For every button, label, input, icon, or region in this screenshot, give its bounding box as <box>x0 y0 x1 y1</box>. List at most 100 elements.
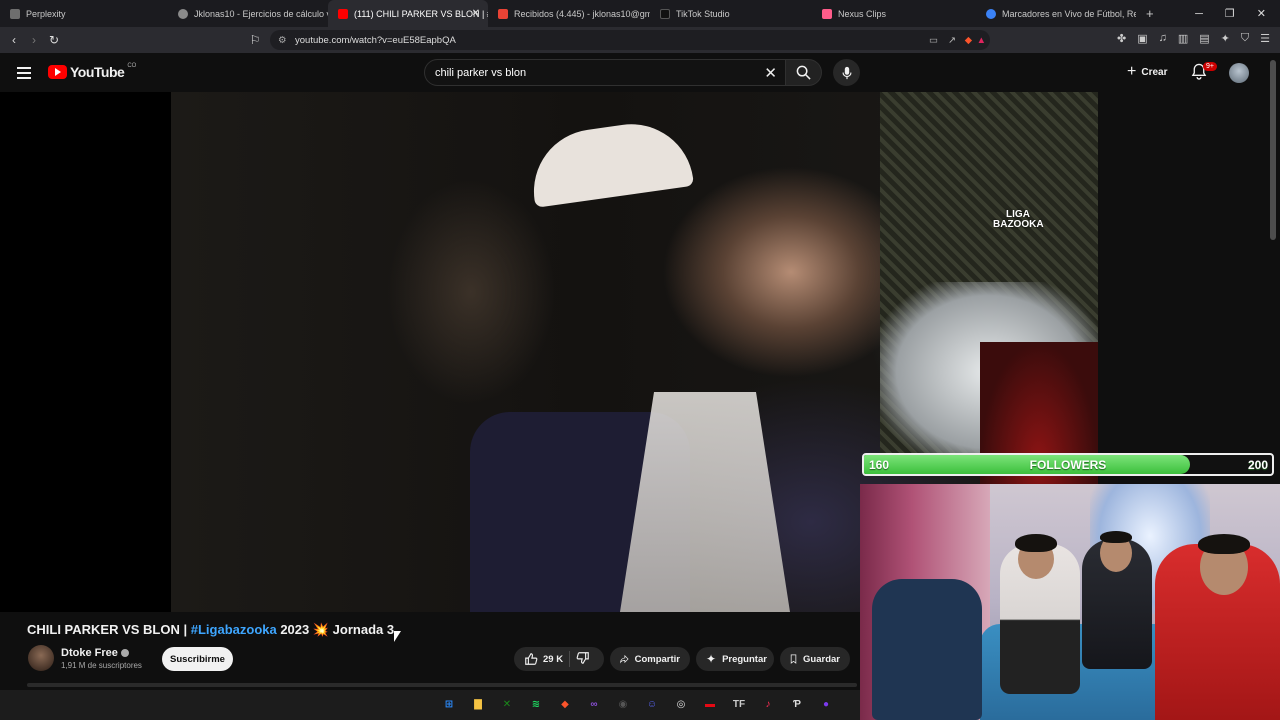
clear-search-icon[interactable]: ✕ <box>764 64 777 82</box>
tab-youtube-active[interactable]: (111) CHILI PARKER VS BLON | # ✕ <box>328 0 488 27</box>
site-info-icon[interactable]: ⚙ <box>278 35 287 46</box>
taskbar-tf-icon[interactable]: TF <box>730 695 748 713</box>
search-input[interactable]: chili parker vs blon ✕ <box>424 59 786 86</box>
hamburger-menu-icon[interactable] <box>17 67 31 82</box>
thumbs-up-icon <box>525 653 538 665</box>
notification-count-badge: 9+ <box>1203 62 1217 71</box>
youtube-header: YouTube CO chili parker vs blon ✕ + Crea… <box>0 53 1280 92</box>
search-icon <box>796 65 811 80</box>
webcam-person-2-hair <box>1100 531 1132 543</box>
back-icon[interactable]: ‹ <box>4 33 24 47</box>
followers-label: FOLLOWERS <box>1029 458 1107 472</box>
plus-icon: + <box>1127 63 1137 80</box>
taskbar-windows-icon[interactable]: ⊞ <box>440 695 458 713</box>
taskbar-obs-icon[interactable]: ◎ <box>672 695 690 713</box>
globe-icon <box>178 8 188 19</box>
screen-icon[interactable]: ▭ <box>929 35 938 46</box>
browser-tab-bar: Perplexity Jklonas10 - Ejercicios de cál… <box>0 0 1280 27</box>
voice-search-button[interactable] <box>833 59 860 86</box>
restore-icon[interactable]: ❐ <box>1225 7 1235 20</box>
taskbar-pb-icon[interactable]: Ƥ <box>788 695 806 713</box>
explosion-emoji: 💥 <box>312 622 330 637</box>
webcam-person-1-cap <box>1015 534 1057 552</box>
verified-icon <box>120 648 129 657</box>
share-icon <box>620 654 629 664</box>
subscribe-button[interactable]: Suscribirme <box>162 647 233 671</box>
taskbar-chrome-icon[interactable]: ◉ <box>614 695 632 713</box>
create-button[interactable]: + Crear <box>1127 63 1167 81</box>
share-button[interactable]: Compartir <box>610 647 690 671</box>
save-button[interactable]: Guardar <box>780 647 850 671</box>
address-bar-row: ‹ › ↻ ⚐ ⚙ youtube.com/watch?v=euE58EapbQ… <box>0 27 1280 53</box>
nexus-clips-icon <box>822 8 832 19</box>
music-icon[interactable]: ♫ <box>1159 32 1167 45</box>
tab-perplexity[interactable]: Perplexity <box>0 0 168 27</box>
taskbar-brave-icon[interactable]: ◆ <box>556 695 574 713</box>
tab-nexus-clips[interactable]: Nexus Clips <box>812 0 976 27</box>
reload-icon[interactable]: ↻ <box>44 33 64 47</box>
webcam-overlay <box>860 484 1280 720</box>
channel-name[interactable]: Dtoke Free <box>61 647 142 659</box>
vpn-icon[interactable]: ⛉ <box>1241 32 1249 45</box>
video-title: CHILI PARKER VS BLON | #Ligabazooka 2023… <box>27 622 395 637</box>
youtube-icon <box>338 8 348 19</box>
dislike-button[interactable] <box>576 651 590 668</box>
taskbar-app-icon[interactable]: ● <box>817 695 835 713</box>
tab-ejercicios[interactable]: Jklonas10 - Ejercicios de cálculo vect <box>168 0 328 27</box>
taskbar-tiktok-icon[interactable]: ♪ <box>759 695 777 713</box>
like-button[interactable]: 29 K <box>524 652 563 666</box>
perplexity-icon <box>10 8 20 19</box>
page-scrollbar[interactable] <box>1270 60 1276 240</box>
ask-button[interactable]: ✦ Preguntar <box>696 647 774 671</box>
globe-icon <box>986 8 996 19</box>
mouse-cursor <box>394 631 401 642</box>
minimize-icon[interactable]: ─ <box>1195 8 1203 20</box>
like-separator <box>569 651 571 667</box>
url-field[interactable]: ⚙ youtube.com/watch?v=euE58EapbQA ▭ ↗ ◆ … <box>270 30 990 50</box>
taskbar-spotify-icon[interactable]: ≋ <box>527 695 545 713</box>
wallet-icon[interactable]: ▤ <box>1199 32 1209 45</box>
bookmark-icon[interactable]: ⚐ <box>245 33 265 47</box>
extension-icon[interactable]: ✤ <box>1117 32 1126 45</box>
tab-search-icon[interactable]: ▣ <box>1137 32 1147 45</box>
close-window-icon[interactable]: ✕ <box>1257 7 1266 20</box>
webcam-person-3-hair <box>1198 534 1250 554</box>
share-page-icon[interactable]: ↗ <box>948 35 956 46</box>
search-button[interactable] <box>786 59 822 86</box>
taskbar-netflix-icon[interactable]: ▬ <box>701 695 719 713</box>
microphone-icon <box>841 66 852 79</box>
sidebar-icon[interactable]: ▥ <box>1178 32 1188 45</box>
menu-icon[interactable]: ☰ <box>1260 32 1270 45</box>
brave-shield-icon[interactable]: ◆ <box>965 35 972 46</box>
taskbar-discord-icon[interactable]: ☺ <box>643 695 661 713</box>
sparkle-icon: ✦ <box>706 652 717 666</box>
subscriber-count: 1,91 M de suscriptores <box>61 660 142 670</box>
description-box-edge <box>27 683 857 687</box>
followers-goal: 200 <box>1247 458 1268 472</box>
liga-bazooka-logo: LIGA BAZOOKA <box>993 209 1044 230</box>
hashtag-link[interactable]: #Ligabazooka <box>191 622 277 637</box>
youtube-play-icon <box>48 65 67 79</box>
extensions-area: ✤ ▣ ♫ ▥ ▤ ✦ ⛉ ☰ <box>1117 32 1270 45</box>
save-bookmark-icon <box>790 654 797 664</box>
close-tab-icon[interactable]: ✕ <box>472 8 480 19</box>
forward-icon[interactable]: › <box>24 33 44 47</box>
youtube-logo[interactable]: YouTube CO <box>48 63 136 80</box>
taskbar-visual-studio-icon[interactable]: ∞ <box>585 695 603 713</box>
leo-ai-icon[interactable]: ✦ <box>1221 32 1230 45</box>
gmail-icon <box>498 8 508 19</box>
new-tab-button[interactable]: + <box>1136 0 1156 27</box>
taskbar-xbox-icon[interactable]: ✕ <box>498 695 516 713</box>
brave-rewards-icon[interactable]: ▲ <box>977 35 986 46</box>
thumbs-down-icon <box>576 651 589 664</box>
tab-gmail[interactable]: Recibidos (4.445) - jklonas10@gmail <box>488 0 650 27</box>
channel-avatar[interactable] <box>28 645 54 671</box>
taskbar-explorer-icon[interactable]: ▇ <box>469 695 487 713</box>
window-controls: ─ ❐ ✕ <box>1195 0 1280 27</box>
like-dislike-group: 29 K <box>514 647 604 671</box>
followers-goal-bar: 160 FOLLOWERS 200 <box>862 453 1274 476</box>
tab-marcadores[interactable]: Marcadores en Vivo de Fútbol, Resul <box>976 0 1136 27</box>
user-avatar[interactable] <box>1229 63 1249 83</box>
tab-tiktok-studio[interactable]: TikTok Studio <box>650 0 812 27</box>
taskbar-icons: ⊞ ▇ ✕ ≋ ◆ ∞ ◉ ☺ ◎ ▬ TF ♪ Ƥ ● <box>440 695 835 713</box>
